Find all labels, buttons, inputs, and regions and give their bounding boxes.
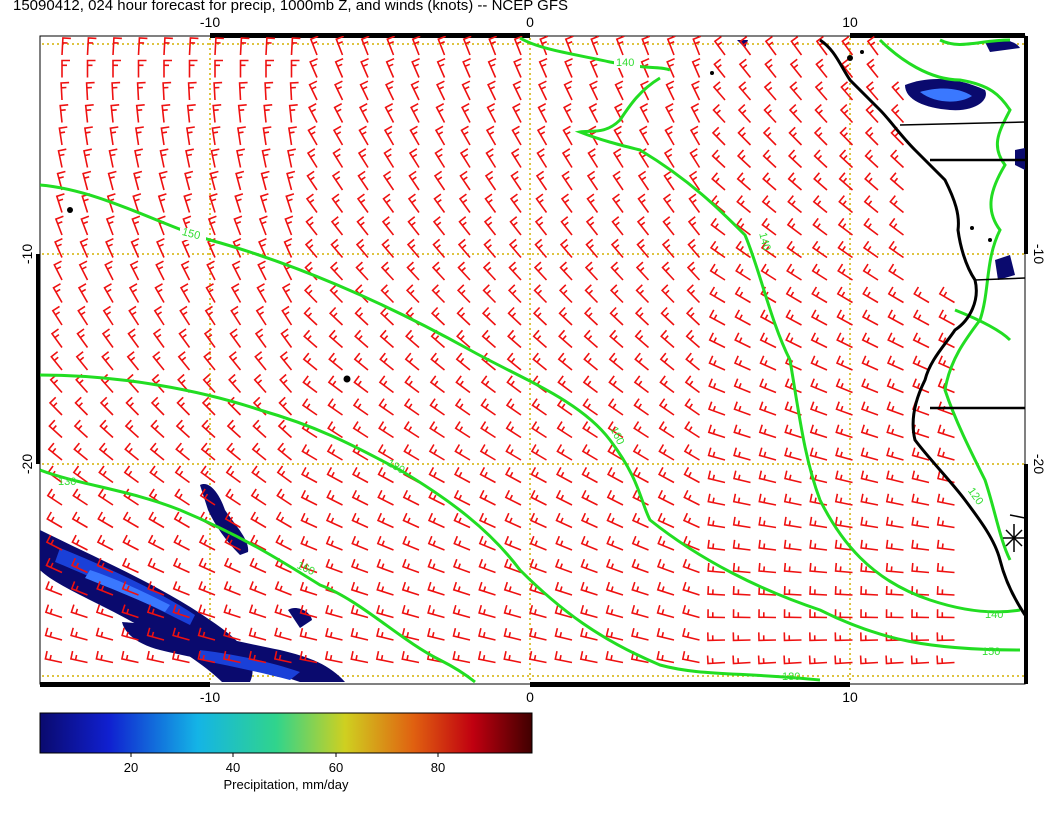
y-tick-left: -20 bbox=[19, 454, 35, 474]
x-tick-top: 0 bbox=[526, 14, 534, 30]
forecast-map: 140 150 140 160 180 160 130 180 120 140 … bbox=[19, 14, 1047, 792]
colorbar: 20 40 60 80 Precipitation, mm/day bbox=[39, 712, 533, 792]
contour-label: 140 bbox=[616, 57, 634, 69]
y-tick-left: -10 bbox=[19, 244, 35, 264]
x-tick-bottom: 10 bbox=[842, 689, 858, 705]
contour-label: 140 bbox=[985, 609, 1003, 621]
x-tick-top: 10 bbox=[842, 14, 858, 30]
colorbar-gradient bbox=[39, 712, 533, 754]
contour-label: 180 bbox=[782, 671, 800, 683]
colorbar-tick: 80 bbox=[431, 760, 445, 775]
colorbar-tick: 20 bbox=[124, 760, 138, 775]
contour-label: 130 bbox=[58, 476, 76, 488]
colorbar-tick: 60 bbox=[329, 760, 343, 775]
x-tick-bottom: -10 bbox=[200, 689, 220, 705]
x-tick-top: -10 bbox=[200, 14, 220, 30]
y-tick-right: -10 bbox=[1031, 244, 1047, 264]
y-tick-right: -20 bbox=[1031, 454, 1047, 474]
colorbar-label: Precipitation, mm/day bbox=[224, 777, 349, 792]
contour-label: 150 bbox=[982, 646, 1000, 658]
x-tick-bottom: 0 bbox=[526, 689, 534, 705]
colorbar-tick: 40 bbox=[226, 760, 240, 775]
